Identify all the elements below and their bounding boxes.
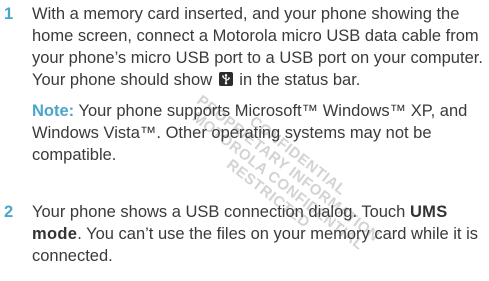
step-number: 2 [4,203,14,221]
usb-icon [218,72,233,86]
step-1-text-after-icon: in the status bar. [234,71,361,89]
step-2-text-after: . You can’t use the files on your memory… [32,225,478,265]
manual-page: CONFIDENTIAL PROPRIETARY INFORMATION MOT… [0,0,489,280]
step-1-text: With a memory card inserted, and your ph… [32,3,484,166]
step-2-text: Your phone shows a USB connection dialog… [32,201,484,267]
note-label: Note: [32,102,75,120]
step-2: 2 Your phone shows a USB connection dial… [4,201,484,267]
step-1: 1 With a memory card inserted, and your … [4,3,484,166]
note: Note: Your phone supports Microsoft™ Win… [32,100,484,166]
note-text: Your phone supports Microsoft™ Windows™ … [32,102,468,164]
step-number: 1 [4,5,14,23]
step-2-text-before: Your phone shows a USB connection dialog… [32,203,410,221]
